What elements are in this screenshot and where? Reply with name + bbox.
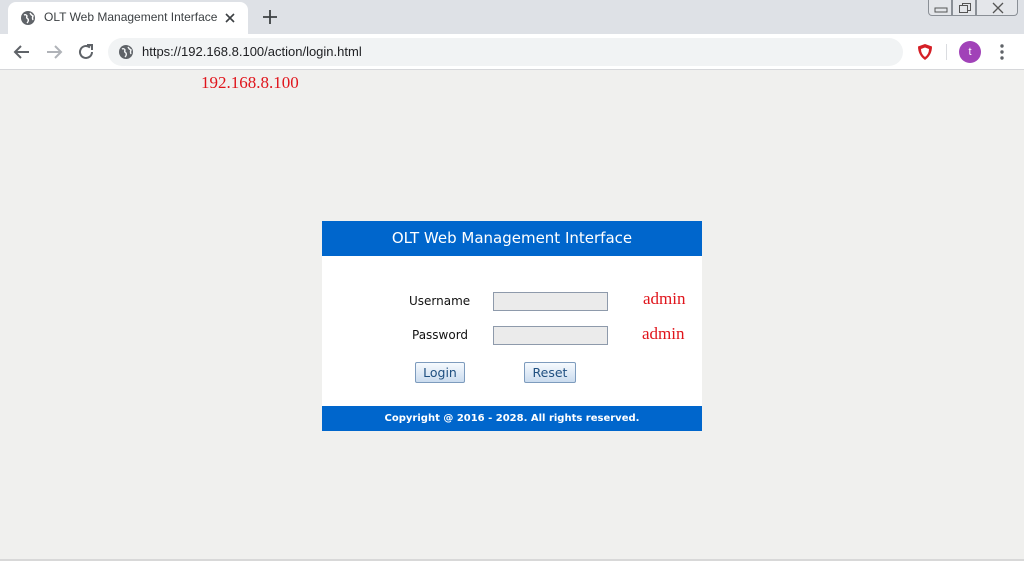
username-hint: admin (643, 289, 686, 308)
browser-toolbar: https://192.168.8.100/action/login.html … (0, 34, 1024, 70)
restore-icon (959, 3, 971, 13)
close-icon[interactable] (222, 10, 238, 26)
globe-icon (21, 11, 35, 25)
minimize-button[interactable] (928, 0, 952, 16)
plus-icon[interactable] (260, 7, 280, 27)
shield-extension-icon[interactable] (915, 42, 935, 62)
toolbar-separator (946, 44, 947, 60)
username-input[interactable] (493, 292, 608, 311)
panel-header-title: OLT Web Management Interface (322, 221, 702, 256)
login-panel: OLT Web Management Interface Username ad… (322, 221, 702, 431)
address-url[interactable]: https://192.168.8.100/action/login.html (142, 44, 362, 59)
forward-arrow-icon[interactable] (44, 42, 64, 62)
minimize-icon (934, 7, 948, 13)
window-close-button[interactable] (976, 0, 1018, 16)
tab-strip: OLT Web Management Interface (0, 0, 1024, 34)
tab-title: OLT Web Management Interface (44, 10, 218, 24)
back-arrow-icon[interactable] (12, 42, 32, 62)
profile-avatar[interactable]: t (959, 41, 981, 63)
address-bar[interactable]: https://192.168.8.100/action/login.html (108, 38, 903, 66)
copyright-footer: Copyright @ 2016 - 2028. All rights rese… (322, 406, 702, 431)
password-label: Password (412, 328, 469, 342)
ip-address-annotation: 192.168.8.100 (201, 73, 299, 92)
more-menu-icon[interactable] (992, 42, 1012, 62)
window-close-icon (992, 2, 1004, 14)
login-button[interactable]: Login (415, 362, 465, 383)
reset-button[interactable]: Reset (524, 362, 576, 383)
username-label: Username (409, 294, 471, 308)
site-info-icon[interactable] (118, 44, 134, 60)
browser-tab[interactable]: OLT Web Management Interface (8, 2, 248, 34)
restore-button[interactable] (952, 0, 976, 16)
password-hint: admin (642, 324, 685, 343)
password-input[interactable] (493, 326, 608, 345)
reload-icon[interactable] (76, 42, 96, 62)
